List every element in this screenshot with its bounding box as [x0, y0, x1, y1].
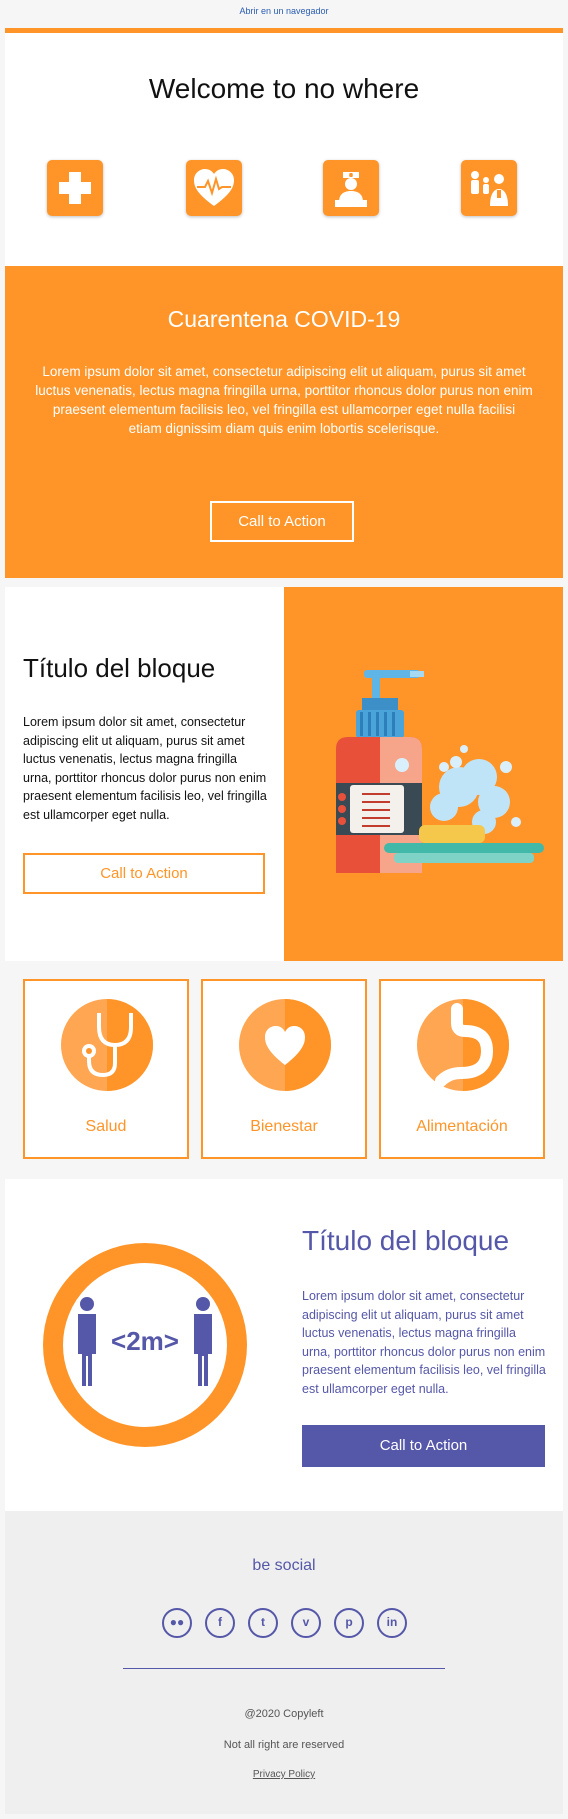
category-cards: Salud Bienestar Alimentación — [5, 961, 563, 1179]
browser-bar: Abrir en un navegador — [0, 0, 568, 28]
content-block-2: <2m> Título del bloque Lorem ipsum dolor… — [5, 1179, 563, 1511]
nurse-icon — [323, 160, 379, 216]
soap-bottle-illustration — [284, 587, 563, 961]
privacy-policy-link[interactable]: Privacy Policy — [5, 1769, 563, 1780]
vimeo-icon[interactable]: v — [291, 1608, 321, 1638]
card-bienestar[interactable]: Bienestar — [201, 979, 367, 1159]
social-distance-illustration: <2m> — [42, 1242, 248, 1448]
medical-cross-icon — [47, 160, 103, 216]
stomach-icon — [417, 999, 509, 1091]
card-salud[interactable]: Salud — [23, 979, 189, 1159]
footer: be social ●● f t v p in @2020 Copyleft N… — [5, 1511, 563, 1814]
copyright-text: @2020 Copyleft — [244, 1708, 324, 1720]
page-title: Welcome to no where — [148, 73, 420, 104]
covid-body: Lorem ipsum dolor sit amet, consectetur … — [35, 364, 533, 436]
covid-banner: Cuarentena COVID-19 Lorem ipsum dolor si… — [5, 266, 563, 578]
heart-pulse-icon — [186, 160, 242, 216]
flickr-icon[interactable]: ●● — [162, 1608, 192, 1638]
linkedin-icon[interactable]: in — [377, 1608, 407, 1638]
social-title: be social — [252, 1557, 316, 1574]
block2-cta-button[interactable]: Call to Action — [302, 1425, 545, 1467]
heart-icon — [239, 999, 331, 1091]
pinterest-icon[interactable]: p — [334, 1608, 364, 1638]
header-section: Welcome to no where — [5, 33, 563, 266]
block1-body: Lorem ipsum dolor sit amet, consectetur … — [23, 715, 267, 822]
open-in-browser-link[interactable]: Abrir en un navegador — [239, 6, 328, 16]
card-salud-label: Salud — [85, 1118, 127, 1135]
content-block-1: Título del bloque Lorem ipsum dolor sit … — [5, 587, 563, 961]
footer-divider — [123, 1668, 445, 1669]
block1-cta-button[interactable]: Call to Action — [23, 853, 265, 894]
card-alimentacion-label: Alimentación — [416, 1118, 508, 1135]
card-bienestar-label: Bienestar — [250, 1118, 318, 1135]
block1-title: Título del bloque — [23, 653, 216, 683]
family-doctor-icon — [461, 160, 517, 216]
covid-cta-button[interactable]: Call to Action — [210, 501, 354, 542]
stethoscope-icon — [61, 999, 153, 1091]
facebook-icon[interactable]: f — [205, 1608, 235, 1638]
twitter-icon[interactable]: t — [248, 1608, 278, 1638]
block2-title: Título del bloque — [302, 1225, 510, 1256]
covid-title: Cuarentena COVID-19 — [167, 306, 401, 332]
rights-text: Not all right are reserved — [223, 1739, 345, 1751]
block2-body: Lorem ipsum dolor sit amet, consectetur … — [302, 1289, 546, 1396]
card-alimentacion[interactable]: Alimentación — [379, 979, 545, 1159]
distance-label: <2m> — [111, 1326, 179, 1356]
